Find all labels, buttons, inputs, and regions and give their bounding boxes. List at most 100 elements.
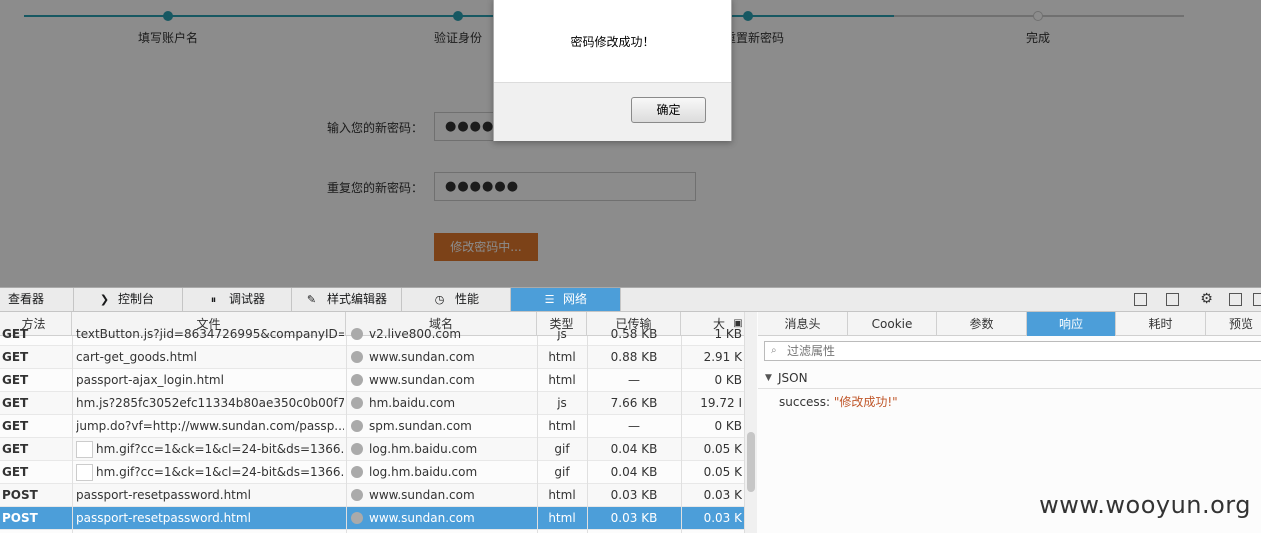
debugger-icon: ⏸ — [210, 293, 217, 306]
split-console-icon[interactable] — [1134, 293, 1147, 306]
request-row[interactable]: GET hm.gif?cc=1&ck=1&cl=24-bit&ds=1366...… — [0, 438, 745, 461]
dialog-message: 密码修改成功！ — [570, 35, 655, 49]
request-row[interactable]: GET jump.do?vf=http://www.sundan.com/pass… — [0, 415, 745, 438]
request-domain: hm.baidu.com — [369, 396, 456, 410]
request-domain: www.sundan.com — [369, 511, 475, 525]
request-file: textButton.js?jid=8634726995&companyID=.… — [76, 327, 344, 341]
image-thumbnail — [76, 441, 93, 458]
request-row[interactable]: GET hm.js?285fc3052efc11334b80ae350c0b00f… — [0, 392, 745, 415]
request-type: html — [548, 511, 576, 525]
column-divider — [587, 336, 588, 533]
request-size: 0 KB — [714, 373, 742, 387]
request-file: hm.gif?cc=1&ck=1&cl=24-bit&ds=1366... — [96, 465, 344, 479]
tab-preview[interactable]: 预览 — [1206, 312, 1261, 336]
request-size: 19.72 I — [700, 396, 742, 410]
request-method: POST — [2, 488, 38, 502]
request-transferred: 0.04 KB — [610, 442, 658, 456]
globe-icon — [351, 489, 363, 501]
request-domain: log.hm.baidu.com — [369, 465, 478, 479]
alert-dialog: 密码修改成功！ 确定 — [493, 0, 732, 141]
request-method: GET — [2, 419, 29, 433]
ok-button[interactable]: 确定 — [631, 97, 706, 123]
request-method: GET — [2, 373, 29, 387]
watermark: www.wooyun.org — [1039, 491, 1251, 519]
tab-headers[interactable]: 消息头 — [758, 312, 848, 336]
tab-params[interactable]: 参数 — [937, 312, 1027, 336]
request-method: POST — [2, 511, 38, 525]
tab-performance[interactable]: ◷ 性能 — [402, 288, 511, 311]
tab-style-editor-label: 样式编辑器 — [327, 292, 388, 306]
tab-console[interactable]: ❯ 控制台 — [74, 288, 183, 311]
globe-icon — [351, 512, 363, 524]
collapse-arrow-icon[interactable]: ▼ — [765, 367, 772, 389]
responsive-design-icon[interactable] — [1166, 293, 1179, 306]
request-size: 0.03 K — [703, 511, 742, 525]
request-size: 0.03 K — [703, 488, 742, 502]
tab-debugger[interactable]: ⏸ 调试器 — [183, 288, 292, 311]
tab-cookies[interactable]: Cookie — [848, 312, 937, 336]
web-page: 填写账户名 验证身份 重置新密码 完成 输入您的新密码： ●●●●●● 重复您的… — [0, 0, 1261, 287]
tab-inspector[interactable]: 查看器 — [0, 288, 74, 311]
column-divider — [346, 336, 347, 533]
request-type: html — [548, 488, 576, 502]
tab-performance-label: 性能 — [455, 292, 480, 306]
globe-icon — [351, 351, 363, 363]
request-method: GET — [2, 442, 29, 456]
undock-icon[interactable] — [1253, 293, 1261, 306]
tab-network[interactable]: ☰ 网络 — [511, 288, 621, 311]
tab-timings[interactable]: 耗时 — [1116, 312, 1206, 336]
request-size: 0.05 K — [703, 442, 742, 456]
dock-side-icon[interactable] — [1229, 293, 1242, 306]
tab-console-label: 控制台 — [118, 292, 155, 306]
tab-style-editor[interactable]: ✎ 样式编辑器 — [292, 288, 402, 311]
request-transferred: 7.66 KB — [610, 396, 658, 410]
globe-icon — [351, 397, 363, 409]
request-type: gif — [554, 465, 570, 479]
tab-debugger-label: 调试器 — [229, 292, 266, 306]
request-type: html — [548, 350, 576, 364]
request-transferred: 0.03 KB — [610, 488, 658, 502]
globe-icon — [351, 443, 363, 455]
globe-icon — [351, 420, 363, 432]
request-type: html — [548, 419, 576, 433]
request-size: 0 KB — [714, 419, 742, 433]
request-method: GET — [2, 350, 29, 364]
performance-icon: ◷ — [434, 293, 445, 306]
request-row[interactable]: POST passport-resetpassword.html www.sunda… — [0, 484, 745, 507]
json-section-label: JSON — [778, 371, 808, 385]
request-row[interactable]: GET cart-get_goods.html www.sundan.com html… — [0, 346, 745, 369]
devtools-toolbar: 查看器 ❯ 控制台 ⏸ 调试器 ✎ 样式编辑器 ◷ 性能 ☰ 网络 ⚙ — [0, 288, 1261, 312]
scrollbar-thumb[interactable] — [747, 432, 755, 492]
tab-response[interactable]: 响应 — [1027, 312, 1116, 336]
filter-properties-input[interactable] — [787, 342, 1247, 360]
column-divider — [72, 336, 73, 533]
request-list-scrollbar[interactable] — [744, 312, 757, 533]
request-row[interactable]: GET passport-ajax_login.html www.sundan.co… — [0, 369, 745, 392]
globe-icon — [351, 374, 363, 386]
request-row[interactable]: GET textButton.js?jid=8634726995&companyI… — [0, 323, 745, 346]
settings-gear-icon[interactable]: ⚙ — [1200, 292, 1213, 306]
json-section-header[interactable]: ▼ JSON — [758, 367, 1261, 389]
request-domain: www.sundan.com — [369, 373, 475, 387]
tab-network-label: 网络 — [563, 292, 588, 306]
request-row[interactable]: GET hm.gif?cc=1&ck=1&cl=24-bit&ds=1366...… — [0, 461, 745, 484]
request-file: passport-resetpassword.html — [76, 488, 251, 502]
search-icon: ⌕ — [771, 345, 777, 356]
request-row[interactable]: POST passport-resetpassword.html www.sunda… — [0, 507, 745, 530]
request-method: GET — [2, 396, 29, 410]
tab-inspector-label: 查看器 — [8, 292, 45, 306]
request-size: 2.91 K — [703, 350, 742, 364]
request-domain: spm.sundan.com — [369, 419, 472, 433]
request-type: gif — [554, 442, 570, 456]
dialog-footer: 确定 — [494, 82, 731, 141]
request-type: html — [548, 373, 576, 387]
request-transferred: — — [628, 373, 640, 387]
request-method: GET — [2, 465, 29, 479]
filter-properties-box[interactable]: ⌕ — [764, 341, 1261, 361]
column-divider — [537, 336, 538, 533]
request-type: js — [557, 327, 567, 341]
request-size: 1 KB — [714, 327, 742, 341]
request-domain: v2.live800.com — [369, 327, 462, 341]
request-transferred: 0.58 KB — [610, 327, 658, 341]
image-thumbnail — [76, 464, 93, 481]
